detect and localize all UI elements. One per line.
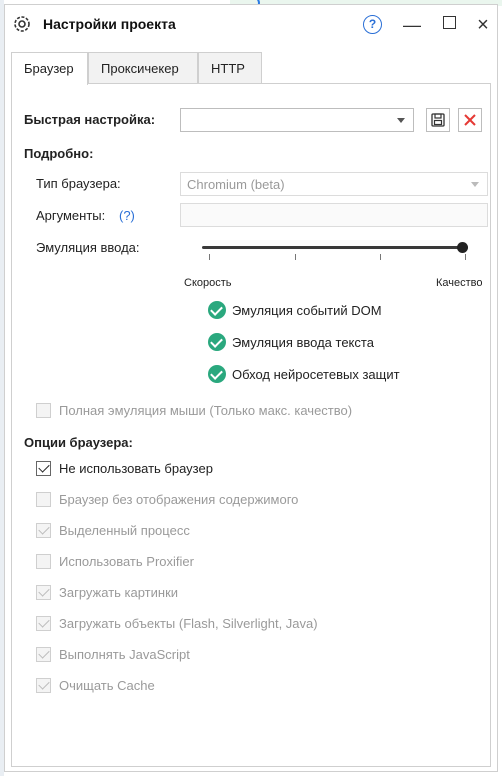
- input-emulation-label: Эмуляция ввода:: [36, 240, 140, 255]
- browser-option-checkbox[interactable]: [36, 523, 51, 538]
- browser-option-label: Не использовать браузер: [59, 461, 213, 476]
- checkmark-icon: [38, 616, 50, 628]
- browser-option-label: Браузер без отображения содержимого: [59, 492, 299, 507]
- settings-gear-icon: [13, 15, 31, 33]
- browser-tab-panel: Быстрая настройка: Подробно: Тип браузер…: [11, 83, 491, 767]
- full-mouse-emulation-checkbox[interactable]: [36, 403, 51, 418]
- details-heading: Подробно:: [24, 146, 94, 161]
- browser-type-select[interactable]: Chromium (beta): [180, 172, 488, 196]
- slider-tick: [209, 254, 210, 260]
- checkmark-icon: [38, 678, 50, 690]
- chevron-down-icon: [471, 182, 479, 187]
- checkmark-icon: [38, 523, 50, 535]
- close-icon: [464, 114, 476, 126]
- browser-option-label: Использовать Proxifier: [59, 554, 194, 569]
- browser-option-label: Выделенный процесс: [59, 523, 190, 538]
- delete-preset-button[interactable]: [458, 108, 482, 132]
- browser-option-checkbox[interactable]: [36, 647, 51, 662]
- slider-handle[interactable]: [457, 242, 468, 253]
- check-circle-icon: [208, 365, 226, 383]
- check-circle-icon: [208, 301, 226, 319]
- feature-text-input: Эмуляция ввода текста: [232, 335, 374, 350]
- browser-options-heading: Опции браузера:: [24, 435, 133, 450]
- browser-option-checkbox[interactable]: [36, 492, 51, 507]
- browser-type-label: Тип браузера:: [36, 176, 121, 191]
- title-bar: Настройки проекта ? — ×: [5, 5, 497, 43]
- quick-setup-select[interactable]: [180, 108, 414, 132]
- close-window-button[interactable]: ×: [472, 14, 494, 36]
- tab-proxychecker[interactable]: Проксичекер: [88, 52, 198, 84]
- browser-option-checkbox[interactable]: [36, 678, 51, 693]
- browser-type-value: Chromium (beta): [187, 177, 285, 192]
- arguments-label: Аргументы:: [36, 208, 106, 223]
- window-title: Настройки проекта: [43, 16, 176, 32]
- tab-http[interactable]: HTTP: [198, 52, 262, 84]
- slider-tick: [295, 254, 296, 260]
- browser-option-label: Очищать Cache: [59, 678, 155, 693]
- browser-option-checkbox[interactable]: [36, 461, 51, 476]
- slider-track: [202, 246, 468, 249]
- browser-option-label: Выполнять JavaScript: [59, 647, 190, 662]
- browser-option-checkbox[interactable]: [36, 616, 51, 631]
- help-button[interactable]: ?: [363, 15, 382, 34]
- feature-dom-events: Эмуляция событий DOM: [232, 303, 382, 318]
- slider-max-label: Качество: [436, 277, 483, 289]
- browser-option-checkbox[interactable]: [36, 585, 51, 600]
- full-mouse-emulation-label: Полная эмуляция мыши (Только макс. качес…: [59, 403, 353, 418]
- browser-option-label: Загружать картинки: [59, 585, 179, 600]
- maximize-icon: [442, 16, 456, 29]
- chevron-down-icon: [397, 118, 405, 123]
- feature-neural-bypass: Обход нейросетевых защит: [232, 367, 400, 382]
- slider-min-label: Скорость: [184, 277, 232, 289]
- maximize-button[interactable]: [438, 14, 460, 36]
- minimize-button[interactable]: —: [401, 14, 423, 36]
- save-preset-button[interactable]: [426, 108, 450, 132]
- slider-tick: [465, 254, 466, 260]
- arguments-help-link[interactable]: (?): [119, 208, 135, 223]
- input-emulation-slider[interactable]: [202, 239, 468, 259]
- slider-tick: [380, 254, 381, 260]
- browser-option-checkbox[interactable]: [36, 554, 51, 569]
- checkmark-icon: [38, 461, 50, 473]
- quick-setup-label: Быстрая настройка:: [24, 112, 156, 127]
- project-settings-window: Настройки проекта ? — × Браузер Проксиче…: [4, 4, 498, 772]
- checkmark-icon: [38, 585, 50, 597]
- arguments-input[interactable]: [180, 203, 488, 227]
- checkmark-icon: [38, 647, 50, 659]
- floppy-disk-icon: [431, 113, 445, 127]
- browser-option-label: Загружать объекты (Flash, Silverlight, J…: [59, 616, 318, 631]
- tab-browser[interactable]: Браузер: [11, 52, 88, 85]
- check-circle-icon: [208, 333, 226, 351]
